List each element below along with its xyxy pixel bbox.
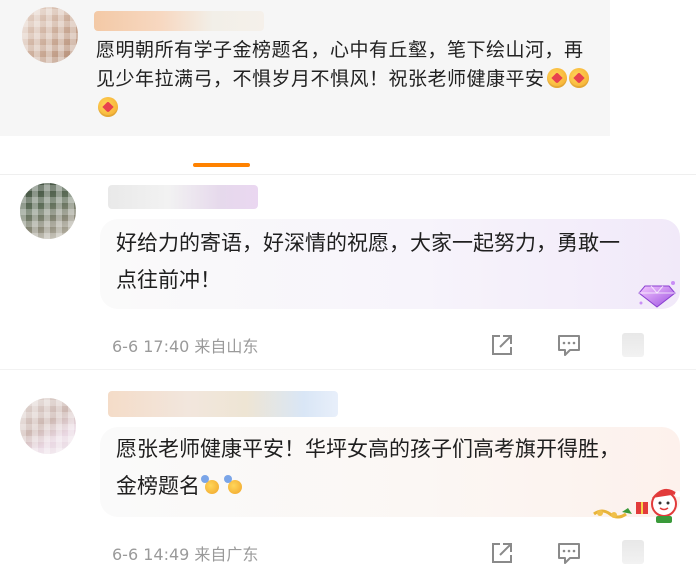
like-button-blurred[interactable] <box>622 540 644 564</box>
comment-text-content: 愿张老师健康平安！华坪女高的孩子们高考旗开得胜，金榜题名 <box>116 437 620 498</box>
cheer-emoji-icon <box>201 475 223 497</box>
tab-indicator <box>193 163 250 167</box>
christmas-badge-icon <box>593 488 681 523</box>
like-button-blurred[interactable] <box>622 333 644 357</box>
post-text-content: 愿明朝所有学子金榜题名，心中有丘壑，笔下绘山河，再见少年拉满弓，不惧岁月不惧风！… <box>96 39 584 90</box>
username-blurred[interactable] <box>108 185 258 209</box>
hug-emoji-icon <box>546 68 567 88</box>
hug-emoji-icon <box>568 68 589 88</box>
username-blurred[interactable] <box>94 11 264 31</box>
share-icon[interactable] <box>488 331 516 359</box>
cheer-emoji-icon <box>224 475 246 497</box>
divider <box>0 369 696 370</box>
comment-meta: 6-6 17:40 来自山东 <box>112 337 259 356</box>
comment-text: 好给力的寄语，好深情的祝愿，大家一起努力，勇敢一点往前冲！ <box>116 231 620 292</box>
hug-emoji-icon <box>98 97 118 117</box>
comment-icon[interactable] <box>555 539 583 567</box>
comment-meta: 6-6 14:49 来自广东 <box>112 545 259 564</box>
share-icon[interactable] <box>488 539 516 567</box>
divider <box>0 174 696 175</box>
username-blurred[interactable] <box>108 391 338 417</box>
comment-icon[interactable] <box>555 331 583 359</box>
avatar[interactable] <box>20 183 76 239</box>
diamond-badge-icon <box>638 281 676 308</box>
avatar[interactable] <box>22 7 78 63</box>
comment-text: 愿张老师健康平安！华坪女高的孩子们高考旗开得胜，金榜题名 <box>116 431 636 505</box>
post-text: 愿明朝所有学子金榜题名，心中有丘壑，笔下绘山河，再见少年拉满弓，不惧岁月不惧风！… <box>96 36 596 123</box>
avatar[interactable] <box>20 398 76 454</box>
